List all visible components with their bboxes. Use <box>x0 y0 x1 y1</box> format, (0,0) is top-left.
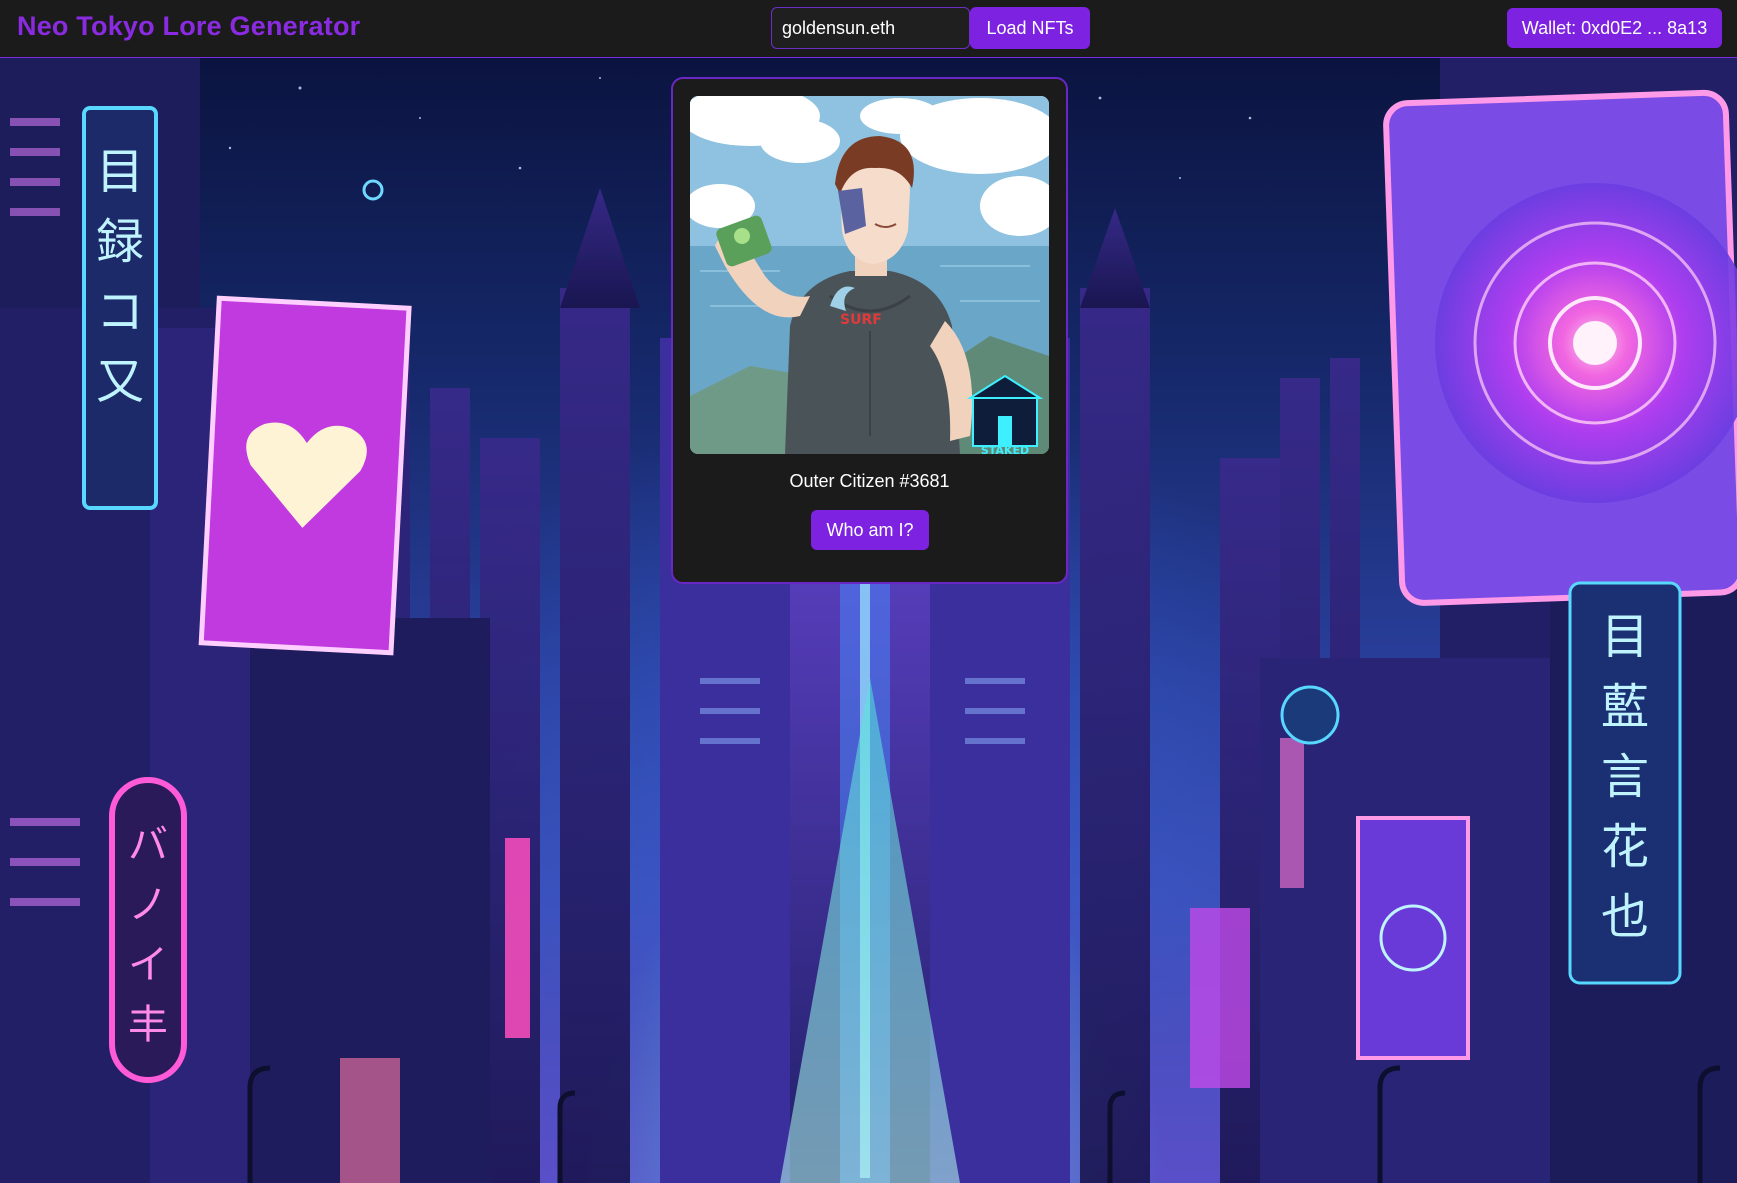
svg-text:録: 録 <box>96 214 144 270</box>
who-am-i-button[interactable]: Who am I? <box>811 510 929 550</box>
svg-text:丰: 丰 <box>128 1002 168 1048</box>
nft-name: Outer Citizen #3681 <box>789 471 950 491</box>
svg-text:也: 也 <box>1601 889 1649 945</box>
nft-card: SURF STAKED Outer Citizen #3681 Who am I… <box>671 77 1068 584</box>
app-title: Neo Tokyo Lore Generator <box>17 11 361 41</box>
wallet-address-input[interactable] <box>771 7 970 49</box>
svg-text:目: 目 <box>1601 609 1649 665</box>
svg-text:言: 言 <box>1601 749 1649 805</box>
svg-text:コ: コ <box>96 284 144 340</box>
svg-text:ノ: ノ <box>128 882 168 928</box>
top-bar: Neo Tokyo Lore Generator Load NFTs Walle… <box>0 0 1737 58</box>
svg-text:バ: バ <box>128 822 168 868</box>
svg-text:目: 目 <box>96 144 144 200</box>
svg-text:藍: 藍 <box>1601 679 1649 735</box>
svg-text:SURF: SURF <box>840 312 882 328</box>
svg-text:又: 又 <box>96 354 144 410</box>
nft-image[interactable]: SURF STAKED <box>690 96 1049 454</box>
svg-text:STAKED: STAKED <box>981 444 1029 454</box>
wallet-button[interactable]: Wallet: 0xd0E2 ... 8a13 <box>1507 8 1722 48</box>
load-nfts-button[interactable]: Load NFTs <box>970 7 1090 49</box>
svg-text:花: 花 <box>1601 819 1649 875</box>
svg-text:イ: イ <box>128 942 168 988</box>
